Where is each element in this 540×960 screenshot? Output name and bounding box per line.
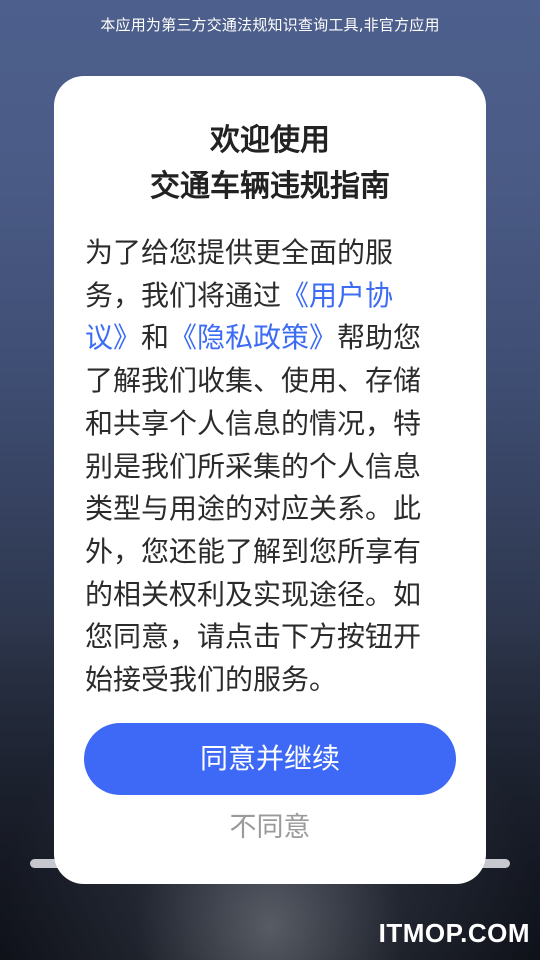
agree-continue-button[interactable]: 同意并继续 [84, 723, 456, 795]
dialog-title: 欢迎使用 交通车辆违规指南 [54, 118, 486, 210]
body-text-part2: 和 [141, 321, 170, 355]
dialog-title-line1: 欢迎使用 [210, 123, 330, 158]
disagree-button[interactable]: 不同意 [54, 808, 486, 848]
dialog-body-text: 为了给您提供更全面的服务，我们将通过《用户协议》和《隐私政策》帮助您了解我们收集… [85, 232, 435, 702]
privacy-consent-dialog: 欢迎使用 交通车辆违规指南 为了给您提供更全面的服务，我们将通过《用户协议》和《… [54, 76, 486, 884]
body-text-part3: 帮助您了解我们收集、使用、存储和共享个人信息的情况，特别是我们所采集的个人信息类… [85, 321, 422, 697]
third-party-notice: 本应用为第三方交通法规知识查询工具,非官方应用 [100, 16, 440, 34]
dialog-title-line2: 交通车辆违规指南 [150, 169, 390, 204]
watermark-logo: ITMOP.COM [378, 918, 530, 948]
privacy-policy-link[interactable]: 《隐私政策》 [169, 321, 337, 354]
